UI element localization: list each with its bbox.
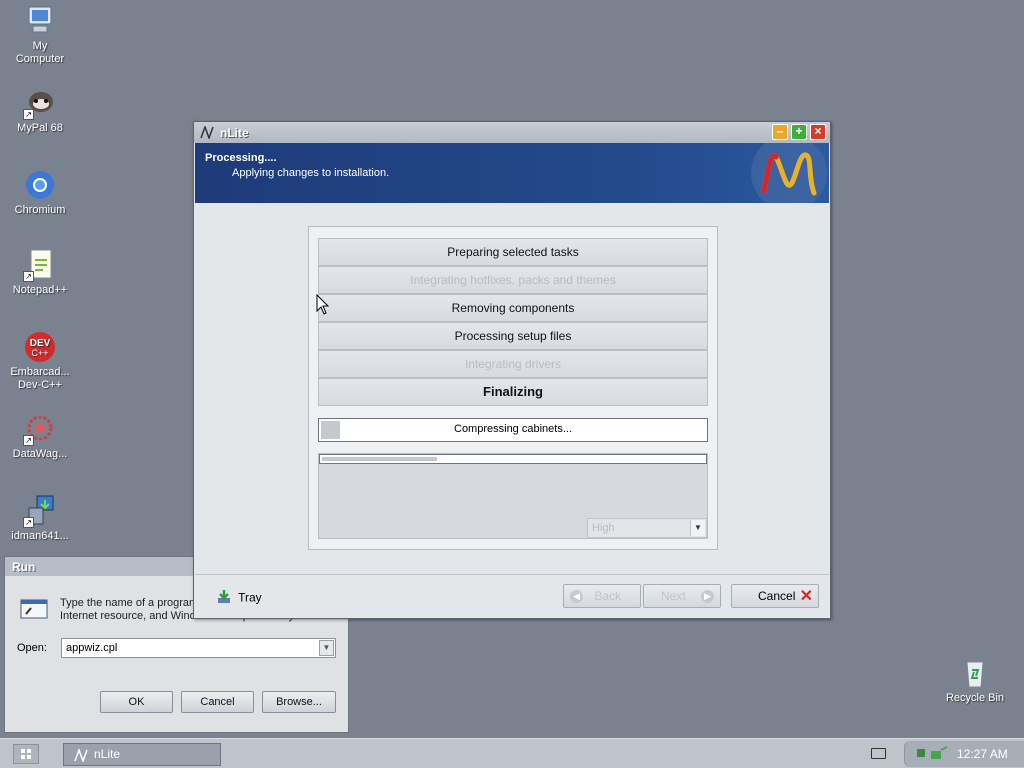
nlite-logo-icon bbox=[734, 135, 829, 211]
header-subtitle: Applying changes to installation. bbox=[232, 167, 390, 179]
desktop-icon-recycle-bin[interactable]: Recycle Bin bbox=[935, 656, 1015, 705]
back-arrow-icon: ◀ bbox=[570, 590, 583, 604]
taskbar-item-label: nLite bbox=[94, 747, 121, 761]
desktop-icon-notepadpp[interactable]: ↗ Notepad++ bbox=[0, 248, 80, 297]
desktop-icon-devcpp[interactable]: DEV C++ Embarcad... Dev-C++ bbox=[0, 330, 80, 392]
chevron-down-icon[interactable]: ▼ bbox=[319, 640, 334, 656]
datawag-icon: ↗ bbox=[23, 412, 57, 446]
start-grid-icon bbox=[21, 749, 31, 759]
log-area: High ▼ bbox=[318, 453, 708, 539]
recycle-bin-icon bbox=[958, 656, 992, 690]
next-label: Next bbox=[660, 589, 686, 603]
desktop-icon-chromium[interactable]: Chromium bbox=[0, 168, 80, 217]
sub-progress-fill bbox=[322, 457, 437, 461]
computer-icon bbox=[23, 4, 57, 38]
task-item: Integrating drivers bbox=[318, 350, 708, 378]
desktop-icon-label: Embarcad... Dev-C++ bbox=[10, 366, 70, 391]
task-panel: Preparing selected tasks Integrating hot… bbox=[308, 226, 718, 550]
network-icon[interactable] bbox=[915, 746, 949, 765]
desktop-icon-label: MyPal 68 bbox=[17, 122, 63, 134]
maximize-button[interactable]: + bbox=[791, 124, 807, 140]
cancel-nlite-button[interactable]: Cancel ✕ bbox=[731, 584, 819, 608]
footer-divider bbox=[195, 574, 829, 575]
start-button[interactable] bbox=[13, 744, 39, 764]
tray-label: Tray bbox=[238, 590, 262, 605]
cancel-button[interactable]: Cancel bbox=[181, 691, 254, 713]
back-button[interactable]: ◀ Back bbox=[563, 584, 641, 608]
svg-text:C++: C++ bbox=[31, 348, 48, 358]
taskbar: nLite 12:27 AM bbox=[0, 738, 1024, 768]
tray-button[interactable]: Tray bbox=[216, 589, 262, 608]
cancel-label: Cancel bbox=[758, 589, 796, 603]
priority-value: High bbox=[592, 522, 615, 534]
progress-text: Compressing cabinets... bbox=[454, 423, 572, 435]
desktop-icon-idman[interactable]: ↗ idman641... bbox=[0, 494, 80, 543]
task-item: Processing setup files bbox=[318, 322, 708, 350]
shortcut-arrow-icon: ↗ bbox=[23, 435, 34, 446]
clock[interactable]: 12:27 AM bbox=[957, 747, 1008, 761]
desktop-icon-label: idman641... bbox=[11, 530, 69, 542]
notepad-plus-plus-icon: ↗ bbox=[23, 248, 57, 282]
main-progress-bar: Compressing cabinets... bbox=[318, 418, 708, 442]
open-input-value: appwiz.cpl bbox=[66, 642, 118, 654]
tray-icon bbox=[216, 589, 232, 608]
nlite-window: nLite – + × Processing.... Applying chan… bbox=[193, 121, 831, 619]
dev-cpp-icon: DEV C++ bbox=[23, 330, 57, 364]
desktop-icon-datawag[interactable]: ↗ DataWag... bbox=[0, 412, 80, 461]
keyboard-icon[interactable] bbox=[871, 748, 886, 759]
desktop-icon-label: Recycle Bin bbox=[945, 692, 1005, 704]
nlite-logo-icon bbox=[74, 747, 88, 768]
header-title: Processing.... bbox=[205, 152, 277, 164]
mouse-cursor bbox=[316, 293, 330, 319]
shortcut-arrow-icon: ↗ bbox=[23, 271, 34, 282]
task-item: Removing components bbox=[318, 294, 708, 322]
close-button[interactable]: × bbox=[810, 124, 826, 140]
task-item: Preparing selected tasks bbox=[318, 238, 708, 266]
shortcut-arrow-icon: ↗ bbox=[23, 109, 34, 120]
chevron-down-icon[interactable]: ▼ bbox=[690, 520, 705, 536]
window-title: nLite bbox=[220, 126, 249, 140]
sub-progress-bar bbox=[319, 454, 707, 464]
chromium-icon bbox=[23, 168, 57, 202]
priority-select[interactable]: High ▼ bbox=[587, 518, 707, 538]
minimize-button[interactable]: – bbox=[772, 124, 788, 140]
desktop-icon-mypal[interactable]: ↗ MyPal 68 bbox=[0, 86, 80, 135]
task-item-active: Finalizing bbox=[318, 378, 708, 406]
desktop-icon-my-computer[interactable]: My Computer bbox=[0, 4, 80, 66]
header-banner: Processing.... Applying changes to insta… bbox=[195, 135, 829, 211]
desktop-icon-label: Chromium bbox=[14, 204, 66, 216]
open-input[interactable]: appwiz.cpl ▼ bbox=[61, 638, 336, 658]
taskbar-item-nlite[interactable]: nLite bbox=[63, 743, 221, 766]
desktop-icon-label: Notepad++ bbox=[12, 284, 68, 296]
desktop-icon-label: DataWag... bbox=[12, 448, 68, 460]
close-icon: ✕ bbox=[799, 588, 813, 605]
raccoon-icon: ↗ bbox=[23, 86, 57, 120]
next-arrow-icon: ▶ bbox=[701, 590, 714, 604]
shortcut-arrow-icon: ↗ bbox=[23, 517, 34, 528]
ok-button[interactable]: OK bbox=[100, 691, 173, 713]
nlite-logo-icon bbox=[200, 124, 214, 141]
next-button[interactable]: Next ▶ bbox=[643, 584, 721, 608]
task-item: Integrating hotfixes, packs and themes bbox=[318, 266, 708, 294]
system-tray: 12:27 AM bbox=[904, 741, 1024, 767]
browse-button[interactable]: Browse... bbox=[262, 691, 336, 713]
back-label: Back bbox=[594, 589, 622, 603]
title-bar[interactable]: nLite – + × bbox=[194, 122, 830, 143]
open-label: Open: bbox=[17, 642, 47, 654]
run-icon bbox=[17, 597, 51, 621]
desktop-icon-label: My Computer bbox=[15, 40, 65, 65]
installer-icon: ↗ bbox=[23, 494, 57, 528]
progress-fill bbox=[321, 421, 340, 439]
